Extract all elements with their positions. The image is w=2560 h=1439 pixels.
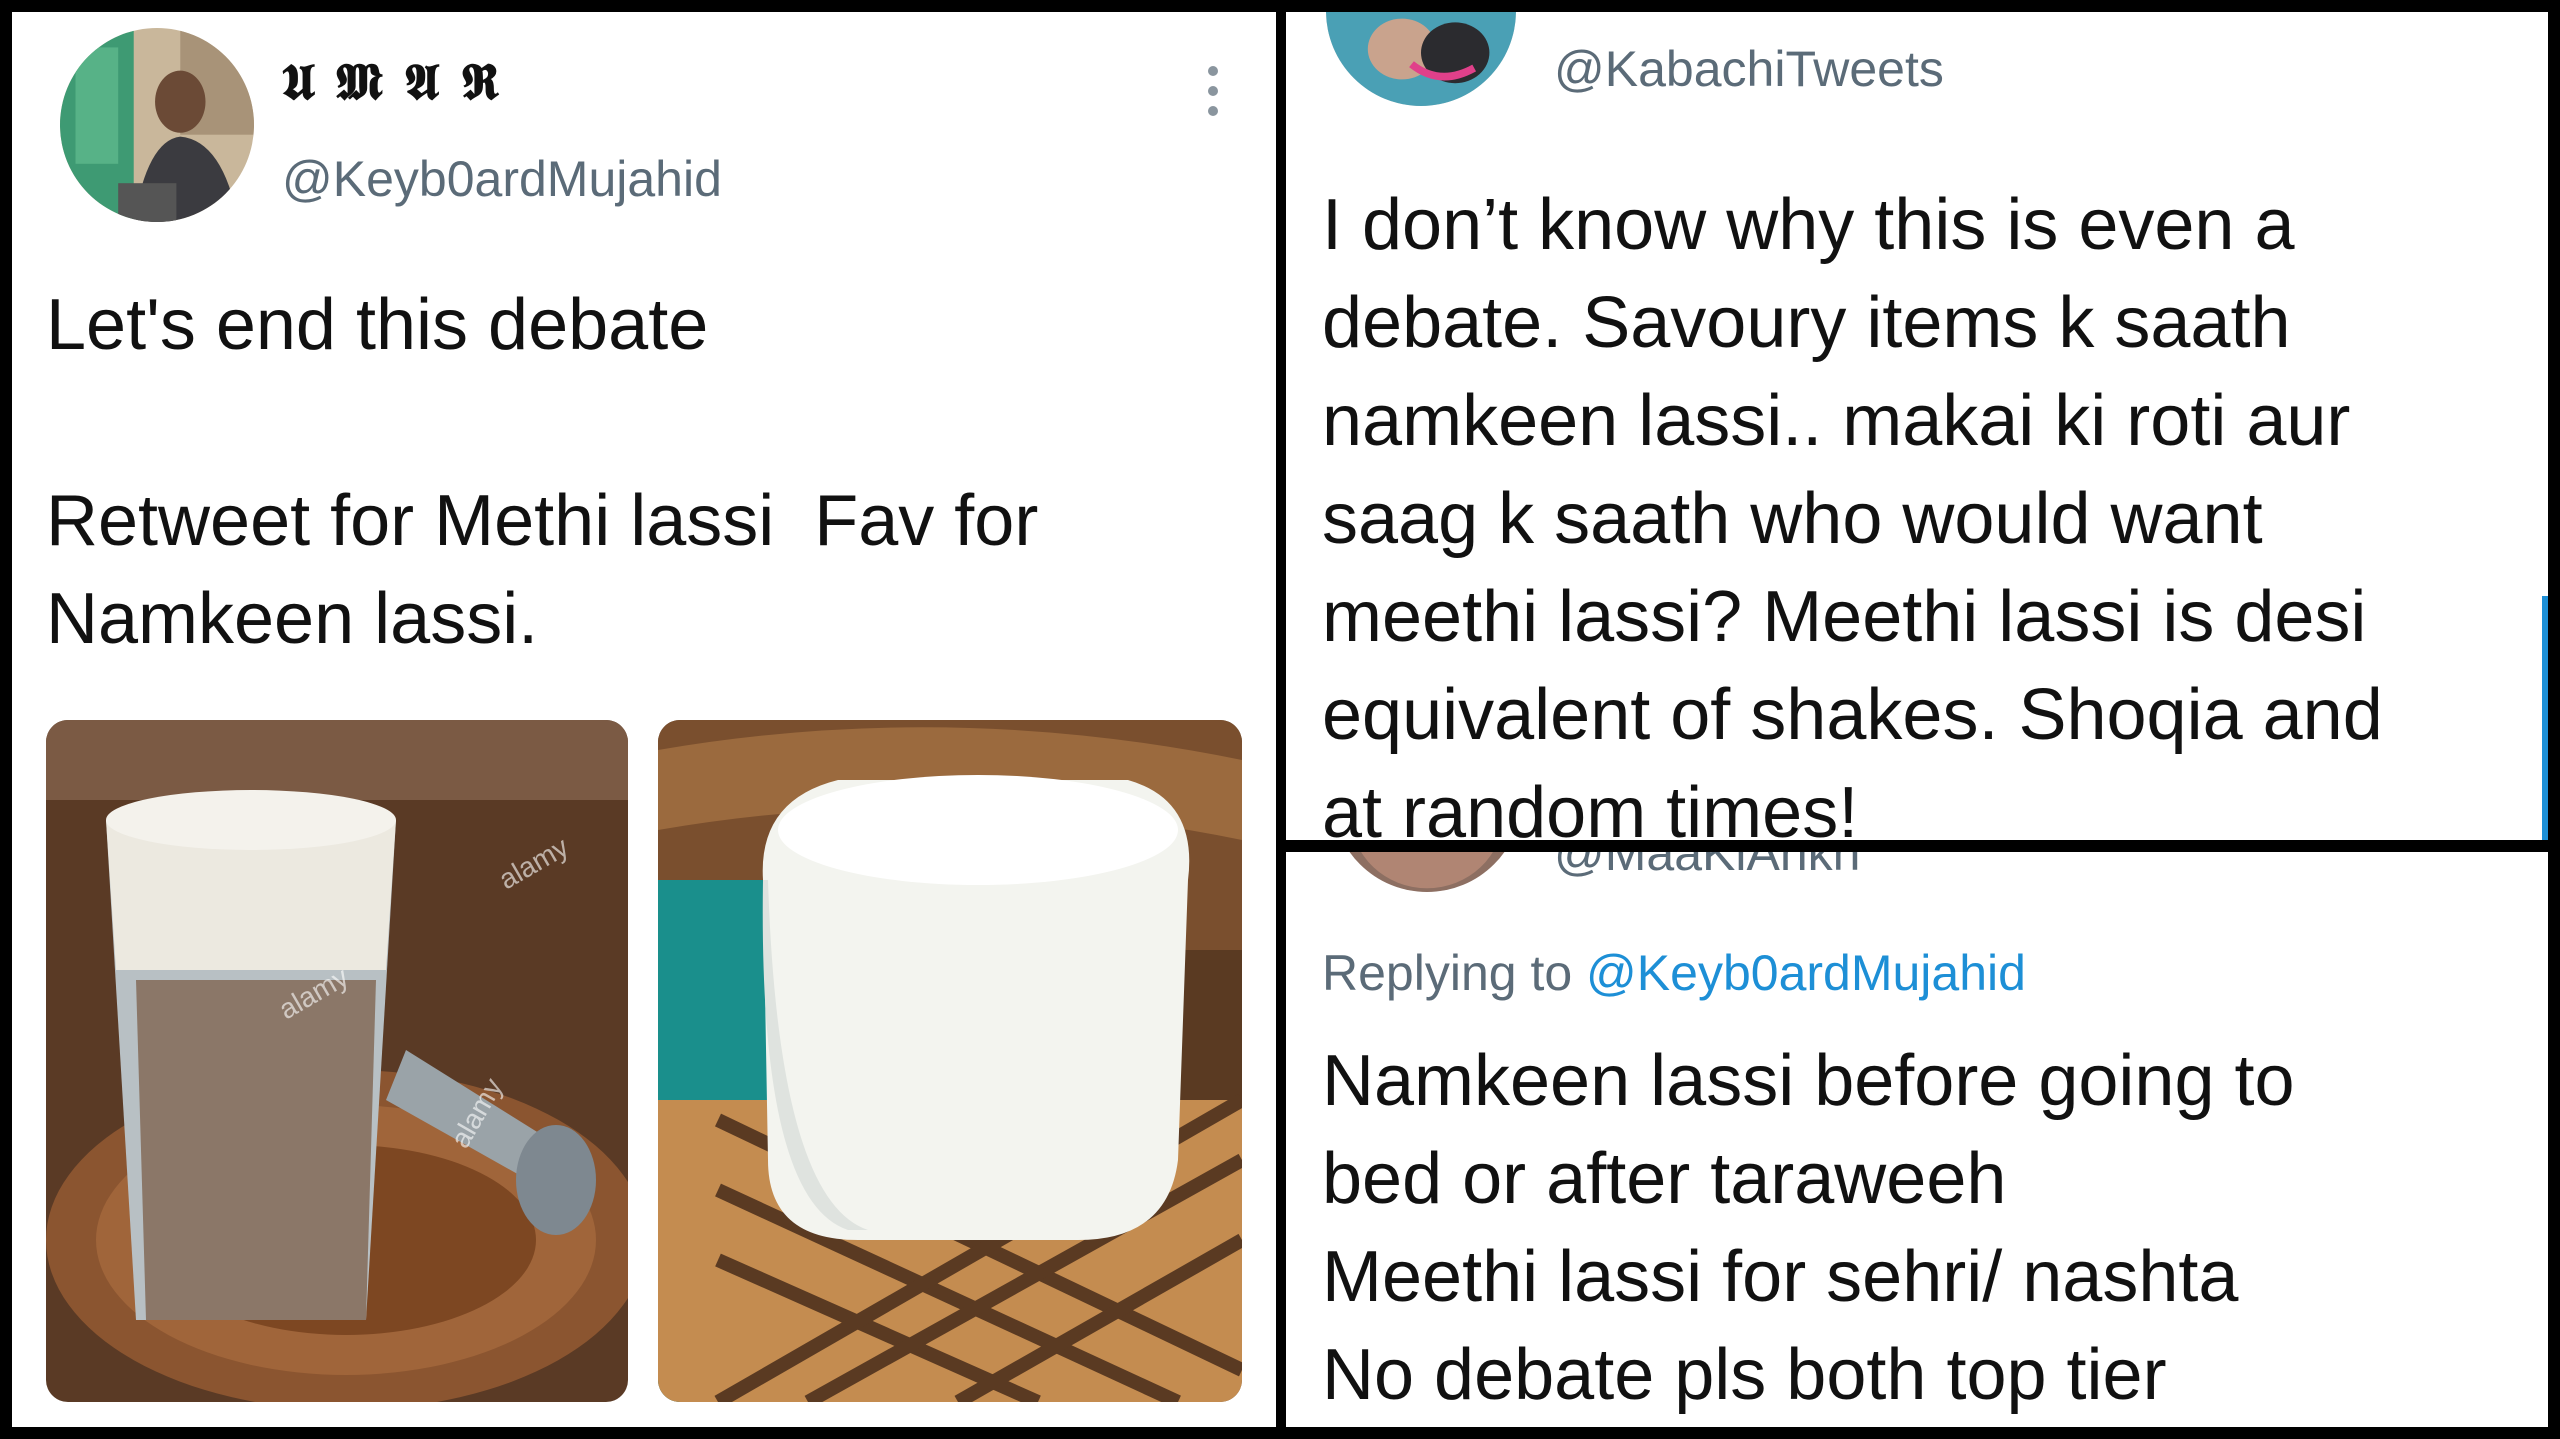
avatar[interactable] <box>1326 12 1516 106</box>
tweet-image-metal-glass-lassi[interactable]: alamy alamy alamy <box>46 720 628 1402</box>
user-handle[interactable]: @KabachiTweets <box>1554 40 1944 98</box>
scroll-indicator[interactable] <box>2542 596 2548 840</box>
tweet-card-original[interactable]: 𝖀 𝕸 𝕬 𝕽 @Keyb0ardMujahid Let's end this … <box>12 12 1276 1427</box>
user-handle[interactable]: @MaaKiAnkh <box>1554 852 1860 882</box>
mention-link[interactable]: @Keyb0ardMujahid <box>1586 945 2026 1001</box>
replying-to-line: Replying to @Keyb0ardMujahid <box>1322 944 2026 1002</box>
tweet-text: I don’t know why this is even a debate. … <box>1322 185 2383 840</box>
replying-to-label: Replying to <box>1322 945 1587 1001</box>
more-options-icon[interactable] <box>1208 66 1218 116</box>
tweet-card-reply-kabachi[interactable]: @KabachiTweets I don’t know why this is … <box>1286 12 2548 840</box>
display-name[interactable]: 𝖀 𝕸 𝕬 𝕽 <box>282 52 501 112</box>
tweet-image-white-lassi-glass[interactable] <box>658 720 1242 1402</box>
tweet-text: Let's end this debate Retweet for Methi … <box>46 285 1039 659</box>
avatar[interactable] <box>60 28 254 222</box>
avatar[interactable] <box>1332 852 1522 892</box>
tweet-text: Namkeen lassi before going to bed or aft… <box>1322 1041 2295 1415</box>
tweet-card-reply-maakiankh[interactable]: @MaaKiAnkh Replying to @Keyb0ardMujahid … <box>1286 852 2548 1427</box>
user-handle[interactable]: @Keyb0ardMujahid <box>282 150 722 208</box>
